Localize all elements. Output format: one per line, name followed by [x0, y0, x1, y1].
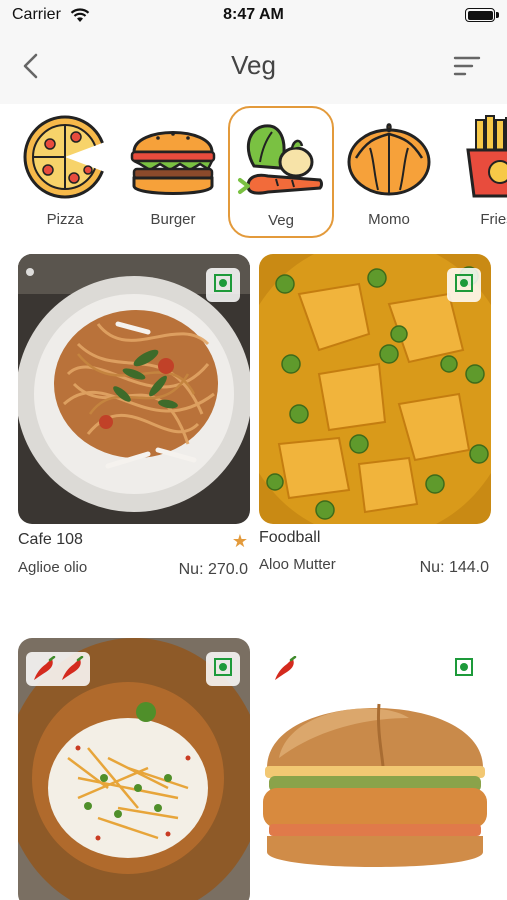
category-label: Burger — [150, 211, 196, 228]
veg-indicator-icon — [447, 652, 481, 686]
category-label: Pizza — [46, 211, 84, 228]
dish-name: Aloo Mutter — [259, 556, 336, 573]
battery-icon — [465, 8, 499, 22]
momo-icon — [347, 123, 431, 196]
chili-icon — [62, 656, 84, 680]
star-icon: ★ — [231, 531, 248, 551]
spice-level-indicator — [267, 652, 303, 686]
nav-header: Veg — [0, 32, 507, 104]
category-label: Veg — [268, 212, 294, 229]
veg-indicator-icon — [447, 268, 481, 302]
category-label: Fries — [480, 211, 507, 228]
veg-indicator-icon — [206, 268, 240, 302]
chili-icon — [34, 656, 56, 680]
status-bar: Carrier 8:47 AM — [0, 0, 507, 32]
dish-price: Nu: 144.0 — [419, 559, 489, 576]
veg-icon — [238, 124, 323, 195]
category-strip[interactable]: Pizza Burger Veg Momo Frie — [0, 104, 507, 244]
category-veg[interactable]: Veg — [228, 106, 334, 238]
chili-icon — [275, 656, 297, 680]
pizza-icon — [23, 115, 108, 199]
dish-name: Aglioe olio — [18, 559, 88, 576]
restaurant-name: Cafe 108 — [18, 531, 83, 548]
category-burger[interactable]: Burger — [120, 104, 226, 238]
veg-indicator-icon — [206, 652, 240, 686]
page-title: Veg — [231, 50, 276, 80]
category-momo[interactable]: Momo — [336, 104, 442, 238]
category-label: Momo — [368, 211, 410, 228]
category-fries[interactable]: Fries — [444, 104, 507, 238]
clock: 8:47 AM — [223, 6, 284, 23]
dish-price: Nu: 270.0 — [178, 561, 248, 578]
spice-level-indicator — [26, 652, 90, 686]
burger-icon — [130, 131, 216, 195]
fries-icon — [466, 115, 507, 198]
restaurant-name: Foodball — [259, 529, 321, 546]
category-pizza[interactable]: Pizza — [12, 104, 118, 238]
sort-filter-icon[interactable] — [453, 54, 481, 78]
